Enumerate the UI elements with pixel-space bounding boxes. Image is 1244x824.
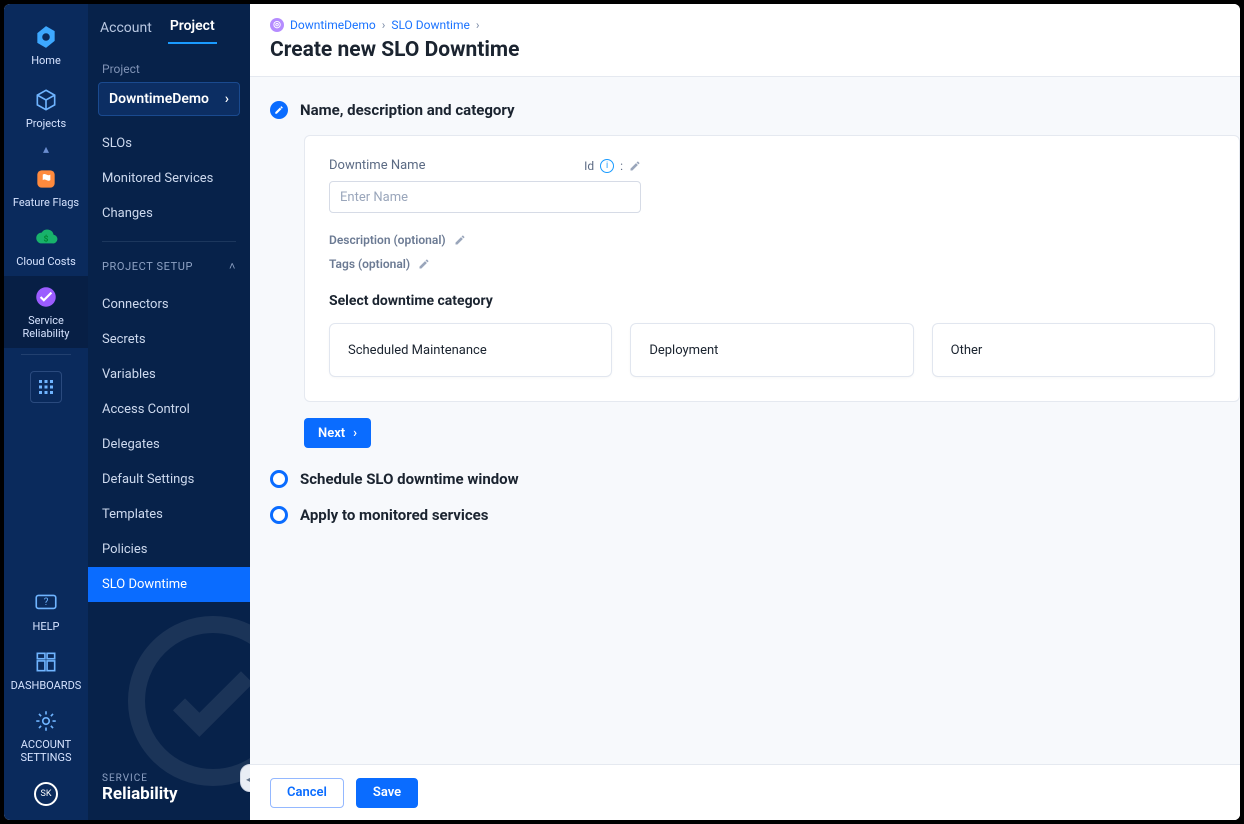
project-section-label: Project	[88, 44, 250, 82]
pencil-icon[interactable]	[629, 160, 641, 172]
sidebar-item-templates[interactable]: Templates	[88, 497, 250, 532]
chevron-right-icon: ›	[225, 91, 229, 107]
next-button[interactable]: Next ›	[304, 418, 371, 448]
sidebar-divider	[102, 241, 236, 242]
category-other[interactable]: Other	[932, 323, 1215, 377]
step-1-header: Name, description and category	[270, 97, 1240, 123]
save-button[interactable]: Save	[356, 778, 418, 808]
project-setup-toggle[interactable]: PROJECT SETUP ˄	[88, 252, 250, 277]
chevron-up-icon: ˄	[229, 260, 236, 273]
sidebar-item-variables[interactable]: Variables	[88, 357, 250, 392]
cube-icon	[33, 87, 59, 113]
id-group: Id i :	[584, 159, 641, 173]
step-pending-marker	[270, 470, 288, 488]
gear-icon	[33, 708, 59, 734]
footer-bar: Cancel Save	[250, 764, 1240, 820]
sidebar-item-monitored-services[interactable]: Monitored Services	[88, 161, 250, 196]
rail-account-settings[interactable]: ACCOUNT SETTINGS	[4, 700, 88, 772]
rail-collapse-up[interactable]: ▴	[4, 140, 88, 158]
user-avatar[interactable]: SK	[34, 782, 58, 806]
account-icon: ◎	[270, 18, 284, 32]
step-1-card: Downtime Name Id i : Description (option…	[304, 135, 1240, 402]
chevron-right-icon: ›	[382, 18, 386, 32]
sidebar-item-connectors[interactable]: Connectors	[88, 287, 250, 322]
pencil-icon[interactable]	[418, 258, 430, 270]
step-3-header[interactable]: Apply to monitored services	[270, 502, 1240, 528]
rail-feature-flags[interactable]: Feature Flags	[4, 158, 88, 217]
category-deployment[interactable]: Deployment	[630, 323, 913, 377]
nav-rail: Home Projects ▴ Feature Flags $ Cloud Co…	[4, 4, 88, 820]
main-area: ◎ DowntimeDemo › SLO Downtime › Create n…	[250, 4, 1240, 820]
step-2-header[interactable]: Schedule SLO downtime window	[270, 466, 1240, 492]
form-content: Name, description and category Downtime …	[250, 77, 1240, 764]
pencil-icon	[274, 105, 284, 115]
sidebar: Account Project Project DowntimeDemo › S…	[88, 4, 250, 820]
sidebar-item-default-settings[interactable]: Default Settings	[88, 462, 250, 497]
tags-label: Tags (optional)	[329, 257, 410, 271]
service-name: Reliability	[102, 784, 178, 804]
app-root: Home Projects ▴ Feature Flags $ Cloud Co…	[4, 4, 1240, 820]
category-scheduled-maintenance[interactable]: Scheduled Maintenance	[329, 323, 612, 377]
project-selector[interactable]: DowntimeDemo ›	[98, 82, 240, 116]
sidebar-item-secrets[interactable]: Secrets	[88, 322, 250, 357]
downtime-name-input[interactable]	[329, 181, 641, 213]
rail-cloud-costs[interactable]: $ Cloud Costs	[4, 217, 88, 276]
rail-dashboards[interactable]: DASHBOARDS	[4, 641, 88, 700]
grid-icon	[39, 380, 53, 394]
sidebar-item-access-control[interactable]: Access Control	[88, 392, 250, 427]
reliability-icon	[33, 284, 59, 310]
rail-help[interactable]: ? HELP	[4, 582, 88, 641]
sidebar-item-slos[interactable]: SLOs	[88, 126, 250, 161]
dashboards-icon	[33, 649, 59, 675]
rail-service-reliability[interactable]: Service Reliability	[4, 276, 88, 348]
category-title: Select downtime category	[329, 293, 1215, 309]
svg-text:$: $	[44, 233, 49, 244]
breadcrumb-root[interactable]: DowntimeDemo	[290, 18, 376, 32]
cancel-button[interactable]: Cancel	[270, 778, 344, 808]
rail-divider	[21, 354, 71, 355]
downtime-name-label: Downtime Name	[329, 158, 425, 173]
step-pending-marker	[270, 506, 288, 524]
sidebar-item-delegates[interactable]: Delegates	[88, 427, 250, 462]
step-active-marker	[270, 101, 288, 119]
chevron-right-icon: ›	[353, 426, 357, 441]
flag-icon	[33, 166, 59, 192]
help-icon: ?	[33, 590, 59, 616]
rail-home[interactable]: Home	[4, 14, 88, 77]
pencil-icon[interactable]	[454, 234, 466, 246]
sidebar-item-policies[interactable]: Policies	[88, 532, 250, 567]
svg-text:?: ?	[44, 597, 49, 608]
tab-account[interactable]: Account	[98, 10, 154, 44]
tab-project[interactable]: Project	[168, 8, 217, 44]
rail-grid-button[interactable]	[30, 371, 62, 403]
breadcrumb: ◎ DowntimeDemo › SLO Downtime ›	[250, 4, 1240, 34]
sidebar-item-slo-downtime[interactable]: SLO Downtime	[88, 567, 250, 602]
rail-projects[interactable]: Projects	[4, 77, 88, 140]
info-icon[interactable]: i	[600, 159, 614, 173]
hex-logo-icon	[33, 24, 59, 50]
sidebar-item-changes[interactable]: Changes	[88, 196, 250, 231]
service-tag: SERVICE	[102, 773, 148, 784]
cloud-cost-icon: $	[33, 225, 59, 251]
chevron-right-icon: ›	[476, 18, 480, 32]
page-title: Create new SLO Downtime	[250, 34, 1240, 76]
breadcrumb-page[interactable]: SLO Downtime	[391, 18, 470, 32]
description-label: Description (optional)	[329, 233, 446, 247]
